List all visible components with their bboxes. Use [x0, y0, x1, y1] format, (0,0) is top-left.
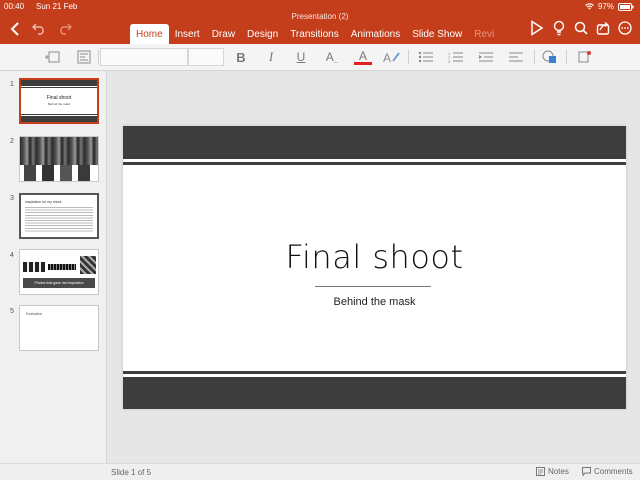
thumbnail-title: Evaluation: [26, 312, 43, 316]
shapes-icon[interactable]: [540, 48, 560, 66]
lightbulb-icon[interactable]: [552, 20, 566, 41]
title-bar: 00:40 Sun 21 Feb 97% Presentation (2) Ho…: [0, 0, 640, 44]
more-options-icon[interactable]: [618, 20, 632, 41]
battery-percent: 97%: [597, 2, 614, 11]
redo-icon[interactable]: [56, 20, 74, 38]
thumbnail-title: Final shoot: [46, 95, 72, 101]
font-size-field[interactable]: [188, 48, 224, 66]
thumbnail-number: 1: [10, 81, 14, 88]
battery-icon: [618, 2, 634, 11]
tab-review[interactable]: Revi: [468, 24, 500, 44]
status-date: Sun 21 Feb: [36, 2, 78, 11]
status-right: 97%: [585, 2, 634, 11]
home-ribbon: B I U A.. A A 123: [0, 44, 640, 71]
notes-label: Notes: [548, 467, 569, 476]
svg-text:3: 3: [448, 59, 451, 63]
undo-icon[interactable]: [30, 20, 48, 38]
text-effects-label: A: [325, 50, 334, 64]
font-name-field[interactable]: [100, 48, 188, 66]
bottom-rule: [123, 371, 626, 374]
thumbnail-title: Inspiration for my shoot: [25, 200, 62, 204]
search-icon[interactable]: [574, 20, 588, 41]
status-time: 00:40: [4, 2, 25, 11]
title-bar-actions: [530, 20, 632, 41]
font-color-button[interactable]: A: [352, 48, 374, 66]
slide-thumbnail-1[interactable]: Final shoot Behind the mask: [19, 78, 99, 124]
play-icon[interactable]: [530, 20, 544, 41]
indent-icon[interactable]: [476, 48, 496, 66]
thumbnail-number: 2: [10, 138, 14, 145]
comments-label: Comments: [594, 467, 633, 476]
text-effects-button[interactable]: A..: [322, 48, 342, 66]
slide-canvas[interactable]: Final shoot Behind the mask: [123, 126, 626, 409]
format-painter-icon[interactable]: [574, 48, 596, 66]
comment-icon: [582, 467, 591, 476]
back-icon[interactable]: [6, 20, 24, 38]
thumbnail-number: 5: [10, 308, 14, 315]
align-icon[interactable]: [506, 48, 526, 66]
underline-button[interactable]: U: [292, 48, 310, 66]
thumbnail-number: 4: [10, 252, 14, 259]
top-rule: [123, 162, 626, 165]
slide-title[interactable]: Final shoot: [123, 238, 626, 276]
notes-button[interactable]: Notes: [536, 467, 569, 476]
bold-button[interactable]: B: [232, 48, 250, 66]
new-slide-icon[interactable]: [42, 48, 62, 66]
thumbnail-subtitle: Behind the mask: [47, 102, 71, 106]
top-band: [123, 126, 626, 159]
slide-subtitle[interactable]: Behind the mask: [123, 296, 626, 308]
numbering-icon[interactable]: 123: [446, 48, 466, 66]
italic-button[interactable]: I: [262, 48, 280, 66]
ribbon-tabs: Home Insert Draw Design Transitions Anim…: [130, 24, 500, 44]
slide-thumbnail-2[interactable]: [19, 136, 99, 182]
tab-draw[interactable]: Draw: [206, 24, 241, 44]
status-bar: Slide 1 of 5 Notes Comments: [0, 463, 640, 480]
title-underline: [315, 286, 431, 287]
font-color-letter: A: [358, 48, 367, 63]
tab-home[interactable]: Home: [130, 24, 169, 44]
svg-text:A: A: [383, 51, 391, 64]
wifi-icon: [585, 3, 594, 10]
tab-transitions[interactable]: Transitions: [284, 24, 345, 44]
slide-thumbnail-3[interactable]: Inspiration for my shoot: [19, 193, 99, 239]
notes-icon: [536, 467, 545, 476]
font-color-swatch: [354, 61, 372, 65]
tab-slide-show[interactable]: Slide Show: [406, 24, 468, 44]
comments-button[interactable]: Comments: [582, 467, 633, 476]
layout-icon[interactable]: [74, 48, 94, 66]
tab-design[interactable]: Design: [241, 24, 284, 44]
text-effects-dots: ..: [333, 55, 339, 65]
slide-thumbnail-4[interactable]: Photos that gave me inspiration: [19, 249, 99, 295]
slide-thumbnails-panel: 1 Final shoot Behind the mask 2 3 Inspir…: [0, 71, 107, 463]
slide-thumbnail-5[interactable]: Evaluation: [19, 305, 99, 351]
tab-insert[interactable]: Insert: [169, 24, 206, 44]
tab-animations[interactable]: Animations: [345, 24, 406, 44]
bullets-icon[interactable]: [416, 48, 436, 66]
highlight-icon[interactable]: A: [382, 48, 402, 66]
thumbnail-caption: Photos that gave me inspiration: [23, 278, 95, 288]
bottom-band: [123, 377, 626, 409]
thumbnail-number: 3: [10, 195, 14, 202]
share-icon[interactable]: [596, 20, 610, 41]
slide-counter: Slide 1 of 5: [111, 468, 152, 477]
